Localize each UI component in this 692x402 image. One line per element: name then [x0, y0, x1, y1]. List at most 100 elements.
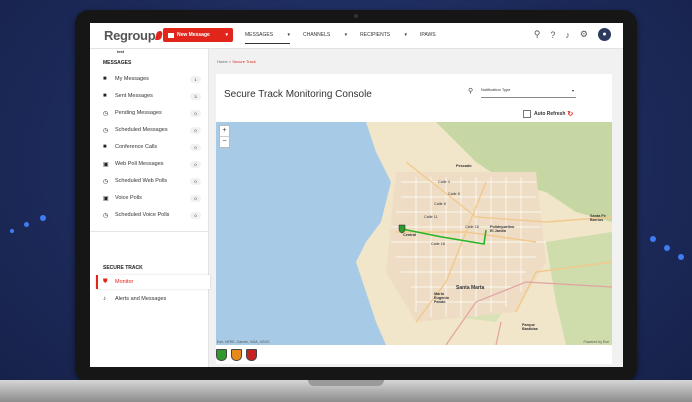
- sidebar-item-label: My Messages: [115, 76, 149, 82]
- sidebar-item-pending-messages[interactable]: ◷ Pending Messages 0: [103, 106, 203, 120]
- message-icon: ■: [103, 76, 107, 82]
- sidebar-item-label: Voice Polls: [115, 195, 142, 201]
- zoom-control: + −: [219, 125, 230, 148]
- search-icon[interactable]: ⚲: [534, 29, 541, 40]
- sidebar-item-conference-calls[interactable]: ■ Conference Calls 0: [103, 140, 203, 154]
- zoom-in-button[interactable]: +: [220, 126, 229, 136]
- map-label: Calle 8: [434, 202, 446, 206]
- bell-icon[interactable]: ♪: [565, 30, 570, 40]
- auto-refresh-checkbox[interactable]: [523, 110, 531, 118]
- map-label: Central: [403, 233, 417, 237]
- secure-track-heading: SECURE TRACK: [103, 265, 143, 271]
- monitoring-panel: Secure Track Monitoring Console ⚲ Notifi…: [216, 74, 612, 364]
- background-dot: [24, 222, 29, 227]
- count-badge: 0: [190, 194, 201, 202]
- sidebar-item-sent-messages[interactable]: ■ Sent Messages 3: [103, 89, 203, 103]
- menu-messages[interactable]: MESSAGES ▾: [245, 32, 290, 44]
- sidebar-item-my-messages[interactable]: ■ My Messages 1: [103, 72, 203, 86]
- map-label: Santa Fe Barrios: [590, 214, 606, 222]
- map-label: Pescado: [456, 164, 472, 168]
- location-marker-icon[interactable]: [398, 224, 406, 234]
- chevron-down-icon: ▾: [225, 32, 228, 38]
- background-dot: [40, 215, 46, 221]
- orange-shield-icon[interactable]: [231, 349, 242, 361]
- camera-icon: [354, 14, 358, 18]
- breadcrumb-separator: >: [228, 59, 232, 64]
- map-label: Calle 18: [431, 242, 445, 246]
- background-dot: [664, 245, 670, 251]
- menu-channels[interactable]: CHANNELS ▾: [303, 32, 347, 44]
- background-dot: [678, 254, 684, 260]
- breadcrumb: Home > Secure Track: [217, 59, 256, 64]
- count-badge: 0: [190, 126, 201, 134]
- sidebar-item-scheduled-messages[interactable]: ◷ Scheduled Messages 0: [103, 123, 203, 137]
- sidebar-item-voice-polls[interactable]: ▣ Voice Polls 0: [103, 191, 203, 205]
- clock-icon: ◷: [103, 127, 109, 134]
- sidebar-item-alerts-messages[interactable]: ♪ Alerts and Messages: [103, 292, 203, 306]
- sidebar-item-scheduled-web-polls[interactable]: ◷ Scheduled Web Polls 0: [103, 174, 203, 188]
- help-icon[interactable]: ?: [550, 30, 555, 40]
- count-badge: 0: [190, 177, 201, 185]
- new-message-label: New Message: [177, 32, 210, 38]
- clock-icon: ◷: [103, 178, 109, 185]
- sidebar-item-label: Sent Messages: [115, 93, 153, 99]
- map-label: Calle 11: [424, 215, 438, 219]
- count-badge: 0: [190, 160, 201, 168]
- poll-icon: ▣: [103, 161, 109, 168]
- auto-refresh-label: Auto Refresh: [534, 111, 566, 117]
- gear-icon[interactable]: ⚙: [580, 29, 588, 40]
- notification-type-select[interactable]: Notification Type ▾: [481, 87, 576, 98]
- menu-ipaws[interactable]: IPAWS: [420, 32, 436, 44]
- shield-icon: ⛊: [103, 278, 108, 285]
- sidebar-item-label: Scheduled Voice Polls: [115, 212, 170, 218]
- refresh-icon[interactable]: ↻: [567, 110, 573, 118]
- message-icon: ■: [103, 144, 107, 150]
- map-view[interactable]: + − Pescado Calle 4 Calle 5 Calle 8 Call…: [216, 122, 612, 345]
- count-badge: 0: [190, 109, 201, 117]
- page-title: Secure Track Monitoring Console: [224, 89, 372, 100]
- search-icon[interactable]: ⚲: [468, 87, 473, 95]
- sidebar-item-scheduled-voice-polls[interactable]: ◷ Scheduled Voice Polls 0: [103, 208, 203, 222]
- message-icon: [168, 32, 174, 38]
- red-shield-icon[interactable]: [246, 349, 257, 361]
- top-icons: ⚲ ? ♪ ⚙ ●: [524, 28, 611, 41]
- background-dot: [650, 236, 656, 242]
- map-label: Calle 16: [465, 225, 479, 229]
- green-shield-icon[interactable]: [216, 349, 227, 361]
- logo[interactable]: Regroup: [104, 28, 164, 43]
- sidebar-item-label: Web Poll Messages: [115, 161, 164, 167]
- sidebar-item-monitor[interactable]: ⛊ Monitor: [103, 275, 203, 289]
- clock-icon: ◷: [103, 212, 109, 219]
- map-label: Calle 4: [438, 180, 450, 184]
- map-label: Polideportivo El Jardín: [490, 225, 515, 233]
- sidebar-item-label: Scheduled Messages: [115, 127, 168, 133]
- breadcrumb-current: Secure Track: [232, 59, 256, 64]
- laptop-notch: [308, 380, 384, 386]
- map-label: Santa Marta: [456, 285, 485, 291]
- poll-icon: ▣: [103, 195, 109, 202]
- count-badge: 0: [190, 143, 201, 151]
- map-attribution: Esri, HERE, Garmin, NGA, USGS: [217, 340, 270, 344]
- app-screen: Regroup New Message ▾ MESSAGES ▾ CHANNEL…: [90, 23, 623, 367]
- messages-heading: MESSAGES: [103, 60, 132, 66]
- bell-icon: ♪: [103, 296, 106, 302]
- map-label: Parque Bastidas: [522, 323, 538, 331]
- count-badge: 1: [190, 75, 201, 83]
- powered-by-esri[interactable]: Powered by Esri: [584, 340, 609, 344]
- map-label: Calle 5: [448, 192, 460, 196]
- count-badge: 3: [190, 92, 201, 100]
- avatar[interactable]: ●: [598, 28, 611, 41]
- main-menu: MESSAGES ▾ CHANNELS ▾ RECIPIENTS ▾ IPAWS: [245, 32, 449, 44]
- tenant-label: test: [117, 49, 125, 54]
- message-icon: ■: [103, 93, 107, 99]
- chevron-down-icon: ▾: [571, 88, 574, 93]
- background-dot: [10, 229, 14, 233]
- sidebar-item-web-poll-messages[interactable]: ▣ Web Poll Messages 0: [103, 157, 203, 171]
- breadcrumb-home[interactable]: Home: [217, 59, 228, 64]
- auto-refresh-control[interactable]: Auto Refresh ↻: [523, 110, 573, 118]
- new-message-button[interactable]: New Message ▾: [163, 28, 233, 42]
- zoom-out-button[interactable]: −: [220, 136, 229, 147]
- menu-recipients[interactable]: RECIPIENTS ▾: [360, 32, 407, 44]
- notification-type-placeholder: Notification Type: [481, 87, 511, 92]
- sidebar-item-label: Pending Messages: [115, 110, 162, 116]
